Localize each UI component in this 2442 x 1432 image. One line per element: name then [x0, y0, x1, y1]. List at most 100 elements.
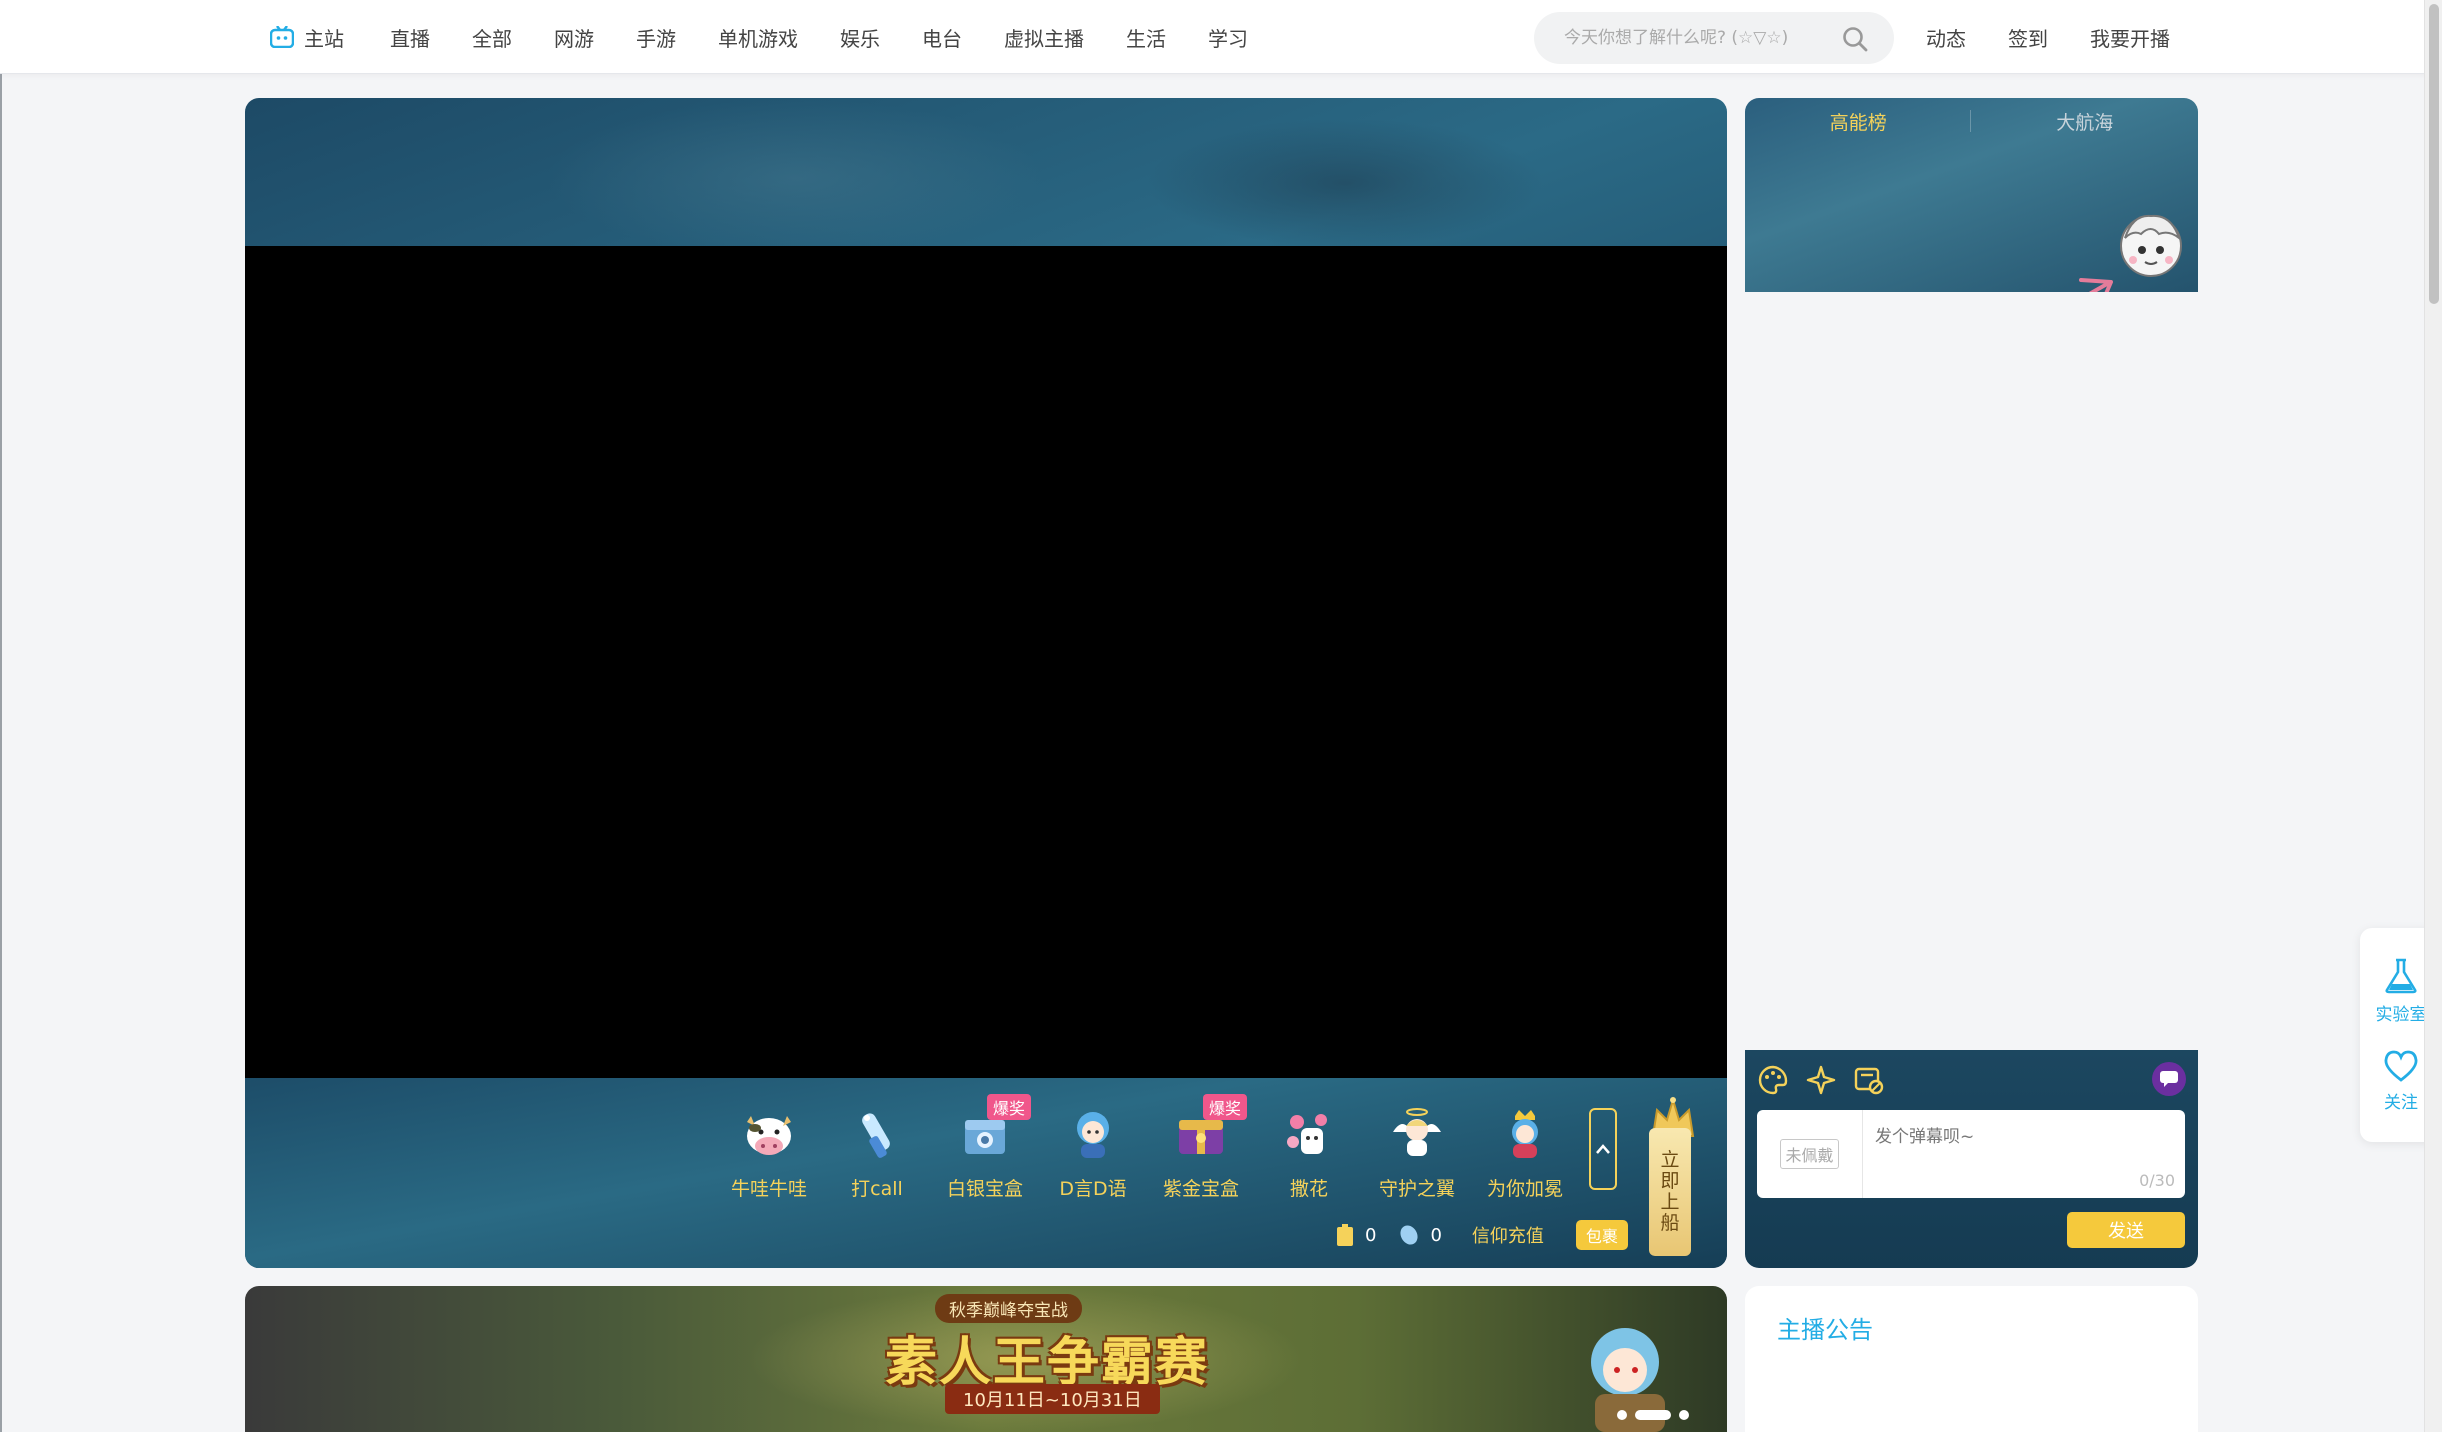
heart-icon — [2384, 1050, 2418, 1082]
link-dynamics[interactable]: 动态 — [1926, 23, 1966, 52]
flower-icon — [1287, 1114, 1327, 1154]
nav-home-label: 主站 — [304, 26, 344, 51]
nav-study[interactable]: 学习 — [1208, 23, 1248, 52]
gift-name: 牛哇牛哇 — [730, 1178, 807, 1200]
nav-radio[interactable]: 电台 — [922, 23, 962, 52]
expand-gifts-button[interactable] — [1589, 1108, 1617, 1190]
gift-item[interactable]: 爆奖 白银宝盒 — [931, 1094, 1039, 1201]
banner-subtitle: 秋季巅峰夺宝战 — [935, 1294, 1082, 1323]
rank-list — [1745, 292, 2198, 1050]
nav-entertainment[interactable]: 娱乐 — [840, 23, 880, 52]
nav-single-player[interactable]: 单机游戏 — [718, 23, 798, 52]
gift-bar: 牛哇牛哇 打call 爆奖 白银宝盒 D言D语 爆奖 紫金宝盒 撒花 守护之翼 … — [245, 1078, 1727, 1268]
gift-name: 打call — [851, 1178, 903, 1200]
sparkle-icon[interactable] — [1805, 1064, 1837, 1096]
gift-name: 为你加冕 — [1486, 1178, 1563, 1200]
danmaku-box: 未佩戴 0/30 — [1757, 1110, 2185, 1198]
gift-name: 紫金宝盒 — [1162, 1178, 1239, 1200]
silver-seed-icon — [1400, 1225, 1418, 1245]
search-bar — [1534, 12, 1894, 64]
gift-item[interactable]: 牛哇牛哇 — [715, 1106, 823, 1201]
carousel-dot[interactable] — [1679, 1410, 1689, 1420]
speech-bubble-icon — [2160, 1071, 2178, 1087]
follow-label: 关注 — [2384, 1093, 2418, 1113]
scrollbar-thumb[interactable] — [2429, 4, 2439, 304]
carousel-dots — [1617, 1410, 1689, 1420]
page-scrollbar[interactable] — [2424, 0, 2442, 1432]
lab-label: 实验室 — [2375, 1005, 2427, 1025]
danmaku-input-wrapper: 0/30 — [1863, 1110, 2185, 1198]
nav-live[interactable]: 直播 — [390, 23, 430, 52]
gift-name: 守护之翼 — [1378, 1178, 1455, 1200]
rank-header: 高能榜 大航海 — [1745, 98, 2198, 292]
window-edge — [0, 0, 2, 1432]
gift-item[interactable]: 撒花 — [1255, 1106, 1363, 1201]
banner-date: 10月11日~10月31日 — [945, 1384, 1160, 1414]
wallet-row: 0 0 信仰充值 包裹 — [1335, 1220, 1628, 1250]
carousel-dot[interactable] — [1617, 1410, 1627, 1420]
medal-label: 未佩戴 — [1780, 1139, 1839, 1169]
char-counter: 0/30 — [2139, 1171, 2175, 1190]
chevron-up-icon — [1596, 1144, 1610, 1154]
gift-name: 撒花 — [1289, 1178, 1328, 1200]
gift-name: 白银宝盒 — [946, 1178, 1023, 1200]
danmaku-input[interactable] — [1863, 1110, 2185, 1198]
ship-label-char: 立 — [1660, 1149, 1680, 1171]
send-button[interactable]: 发送 — [2067, 1212, 2185, 1248]
nav-all[interactable]: 全部 — [472, 23, 512, 52]
tab-high-energy[interactable]: 高能榜 — [1745, 108, 1972, 135]
search-icon[interactable] — [1842, 26, 1868, 52]
gift-name: D言D语 — [1059, 1178, 1127, 1200]
live-player: 牛哇牛哇 打call 爆奖 白银宝盒 D言D语 爆奖 紫金宝盒 撒花 守护之翼 … — [245, 98, 1727, 1268]
tab-guard[interactable]: 大航海 — [1972, 108, 2199, 135]
medal-slot[interactable]: 未佩戴 — [1757, 1110, 1863, 1198]
crown-girl-icon — [1512, 1110, 1538, 1158]
board-ship-button[interactable]: 立 即 上 船 — [1649, 1128, 1691, 1256]
event-banner[interactable]: 秋季巅峰夺宝战 素人王争霸赛 10月11日~10月31日 — [245, 1286, 1727, 1432]
nav-home[interactable]: 主站 — [270, 23, 344, 52]
angel-icon — [1393, 1108, 1441, 1156]
gift-item[interactable]: 打call — [823, 1106, 931, 1201]
user-links: 动态 签到 我要开播 — [1926, 0, 2212, 74]
search-input[interactable] — [1564, 28, 1834, 48]
gift-item[interactable]: 守护之翼 — [1363, 1106, 1471, 1201]
link-sign-in[interactable]: 签到 — [2008, 23, 2048, 52]
glowstick-icon — [862, 1113, 890, 1158]
gift-list: 牛哇牛哇 打call 爆奖 白银宝盒 D言D语 爆奖 紫金宝盒 撒花 守护之翼 … — [715, 1094, 1579, 1201]
gold-count: 0 — [1365, 1224, 1377, 1246]
palette-icon[interactable] — [1757, 1064, 1789, 1096]
nav-life[interactable]: 生活 — [1126, 23, 1166, 52]
video-area[interactable] — [245, 246, 1727, 1078]
ship-label-char: 船 — [1660, 1212, 1680, 1234]
block-settings-icon[interactable] — [1853, 1064, 1885, 1096]
main-nav: 主站 直播 全部 网游 手游 单机游戏 娱乐 电台 虚拟主播 生活 学习 — [270, 0, 1290, 74]
nav-mobile-games[interactable]: 手游 — [636, 23, 676, 52]
gift-item[interactable]: 爆奖 紫金宝盒 — [1147, 1094, 1255, 1201]
carousel-dot-active[interactable] — [1635, 1410, 1671, 1420]
cow-icon — [747, 1116, 791, 1155]
chibi-icon — [1077, 1112, 1109, 1158]
announcement-panel: 主播公告 — [1745, 1286, 2198, 1432]
flask-icon — [2385, 958, 2417, 994]
nav-vtuber[interactable]: 虚拟主播 — [1004, 23, 1084, 52]
ship-label-char: 上 — [1660, 1191, 1680, 1213]
rank-tabs: 高能榜 大航海 — [1745, 108, 2198, 135]
ship-label-char: 即 — [1660, 1170, 1680, 1192]
side-panel: 高能榜 大航海 未佩戴 发个弹幕呗~ 0/30 发送 — [1745, 98, 2198, 1268]
gift-item[interactable]: 为你加冕 — [1471, 1106, 1579, 1201]
backpack-button[interactable]: 包裹 — [1575, 1220, 1628, 1250]
gift-item[interactable]: D言D语 — [1039, 1106, 1147, 1201]
announcement-title: 主播公告 — [1777, 1316, 1873, 1344]
recharge-link[interactable]: 信仰充值 — [1472, 1222, 1544, 1248]
purple-box-icon — [1179, 1120, 1223, 1154]
battery-icon — [1337, 1224, 1353, 1246]
link-start-broadcast[interactable]: 我要开播 — [2090, 23, 2170, 52]
nav-online-games[interactable]: 网游 — [554, 23, 594, 52]
tab-divider — [1970, 110, 1971, 132]
chat-tools — [1757, 1064, 1885, 1096]
silver-box-icon — [965, 1120, 1005, 1154]
top-navbar: 主站 直播 全部 网游 手游 单机游戏 娱乐 电台 虚拟主播 生活 学习 动态 … — [0, 0, 2442, 74]
player-background-shadow — [1145, 118, 1545, 248]
danmaku-input-area: 未佩戴 0/30 发送 — [1745, 1050, 2198, 1268]
chat-bubble-icon[interactable] — [2152, 1062, 2186, 1096]
